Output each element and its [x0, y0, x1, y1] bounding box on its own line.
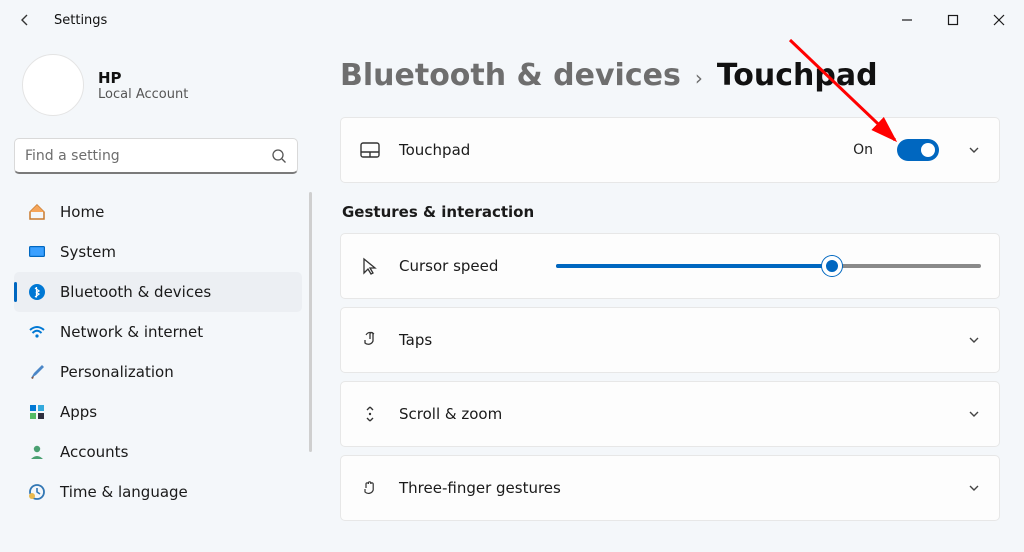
- sidebar-item-accounts[interactable]: Accounts: [14, 432, 302, 472]
- chevron-down-icon[interactable]: [967, 481, 981, 495]
- touchpad-icon: [359, 139, 381, 161]
- minimize-button[interactable]: [884, 0, 930, 40]
- profile-account: Local Account: [98, 87, 188, 102]
- sidebar-item-label: Accounts: [60, 443, 128, 461]
- avatar: [22, 54, 84, 116]
- apps-icon: [28, 403, 46, 421]
- breadcrumb-parent[interactable]: Bluetooth & devices: [340, 58, 681, 93]
- cursor-speed-card: Cursor speed: [340, 233, 1000, 299]
- cursor-speed-label: Cursor speed: [399, 257, 498, 275]
- profile-name: HP: [98, 69, 188, 87]
- breadcrumb: Bluetooth & devices › Touchpad: [340, 58, 1000, 93]
- sidebar-item-apps[interactable]: Apps: [14, 392, 302, 432]
- scroll-zoom-card[interactable]: Scroll & zoom: [340, 381, 1000, 447]
- cursor-speed-slider[interactable]: [556, 255, 981, 277]
- window-title: Settings: [54, 13, 107, 28]
- home-icon: [28, 203, 46, 221]
- taps-card[interactable]: Taps: [340, 307, 1000, 373]
- sidebar-item-label: Time & language: [60, 483, 188, 501]
- three-finger-icon: [359, 477, 381, 499]
- sidebar-item-label: Network & internet: [60, 323, 203, 341]
- bluetooth-icon: [28, 283, 46, 301]
- section-header: Gestures & interaction: [342, 203, 1000, 221]
- search-icon: [271, 148, 287, 164]
- breadcrumb-current: Touchpad: [717, 58, 878, 93]
- sidebar-item-time-language[interactable]: Time & language: [14, 472, 302, 512]
- maximize-button[interactable]: [930, 0, 976, 40]
- sidebar-item-network[interactable]: Network & internet: [14, 312, 302, 352]
- search-input[interactable]: [25, 148, 271, 164]
- titlebar: Settings: [0, 0, 1024, 40]
- profile-block[interactable]: HP Local Account: [22, 54, 312, 116]
- sidebar: HP Local Account Home System Bluetooth &…: [0, 40, 312, 552]
- three-finger-card[interactable]: Three-finger gestures: [340, 455, 1000, 521]
- three-finger-label: Three-finger gestures: [399, 479, 561, 497]
- chevron-down-icon[interactable]: [967, 407, 981, 421]
- chevron-right-icon: ›: [695, 66, 703, 90]
- touchpad-toggle[interactable]: [897, 139, 939, 161]
- cursor-icon: [359, 255, 381, 277]
- clock-icon: [28, 483, 46, 501]
- sidebar-item-label: Apps: [60, 403, 97, 421]
- sidebar-item-personalization[interactable]: Personalization: [14, 352, 302, 392]
- expand-toggle[interactable]: [967, 143, 981, 157]
- touchpad-card-label: Touchpad: [399, 141, 470, 159]
- brush-icon: [28, 363, 46, 381]
- scroll-zoom-label: Scroll & zoom: [399, 405, 502, 423]
- tap-icon: [359, 329, 381, 351]
- sidebar-item-label: System: [60, 243, 116, 261]
- system-icon: [28, 243, 46, 261]
- chevron-down-icon[interactable]: [967, 333, 981, 347]
- wifi-icon: [28, 323, 46, 341]
- taps-label: Taps: [399, 331, 432, 349]
- person-icon: [28, 443, 46, 461]
- touchpad-state-text: On: [853, 142, 873, 158]
- sidebar-item-bluetooth-devices[interactable]: Bluetooth & devices: [14, 272, 302, 312]
- close-button[interactable]: [976, 0, 1022, 40]
- nav-list: Home System Bluetooth & devices Network …: [14, 192, 312, 512]
- scroll-icon: [359, 403, 381, 425]
- main-content: Bluetooth & devices › Touchpad Touchpad …: [312, 40, 1024, 552]
- sidebar-item-label: Bluetooth & devices: [60, 283, 211, 301]
- back-button[interactable]: [14, 9, 36, 31]
- touchpad-toggle-card[interactable]: Touchpad On: [340, 117, 1000, 183]
- sidebar-item-label: Home: [60, 203, 104, 221]
- sidebar-item-system[interactable]: System: [14, 232, 302, 272]
- sidebar-item-label: Personalization: [60, 363, 174, 381]
- window-controls: [884, 0, 1022, 40]
- sidebar-item-home[interactable]: Home: [14, 192, 302, 232]
- search-box[interactable]: [14, 138, 298, 174]
